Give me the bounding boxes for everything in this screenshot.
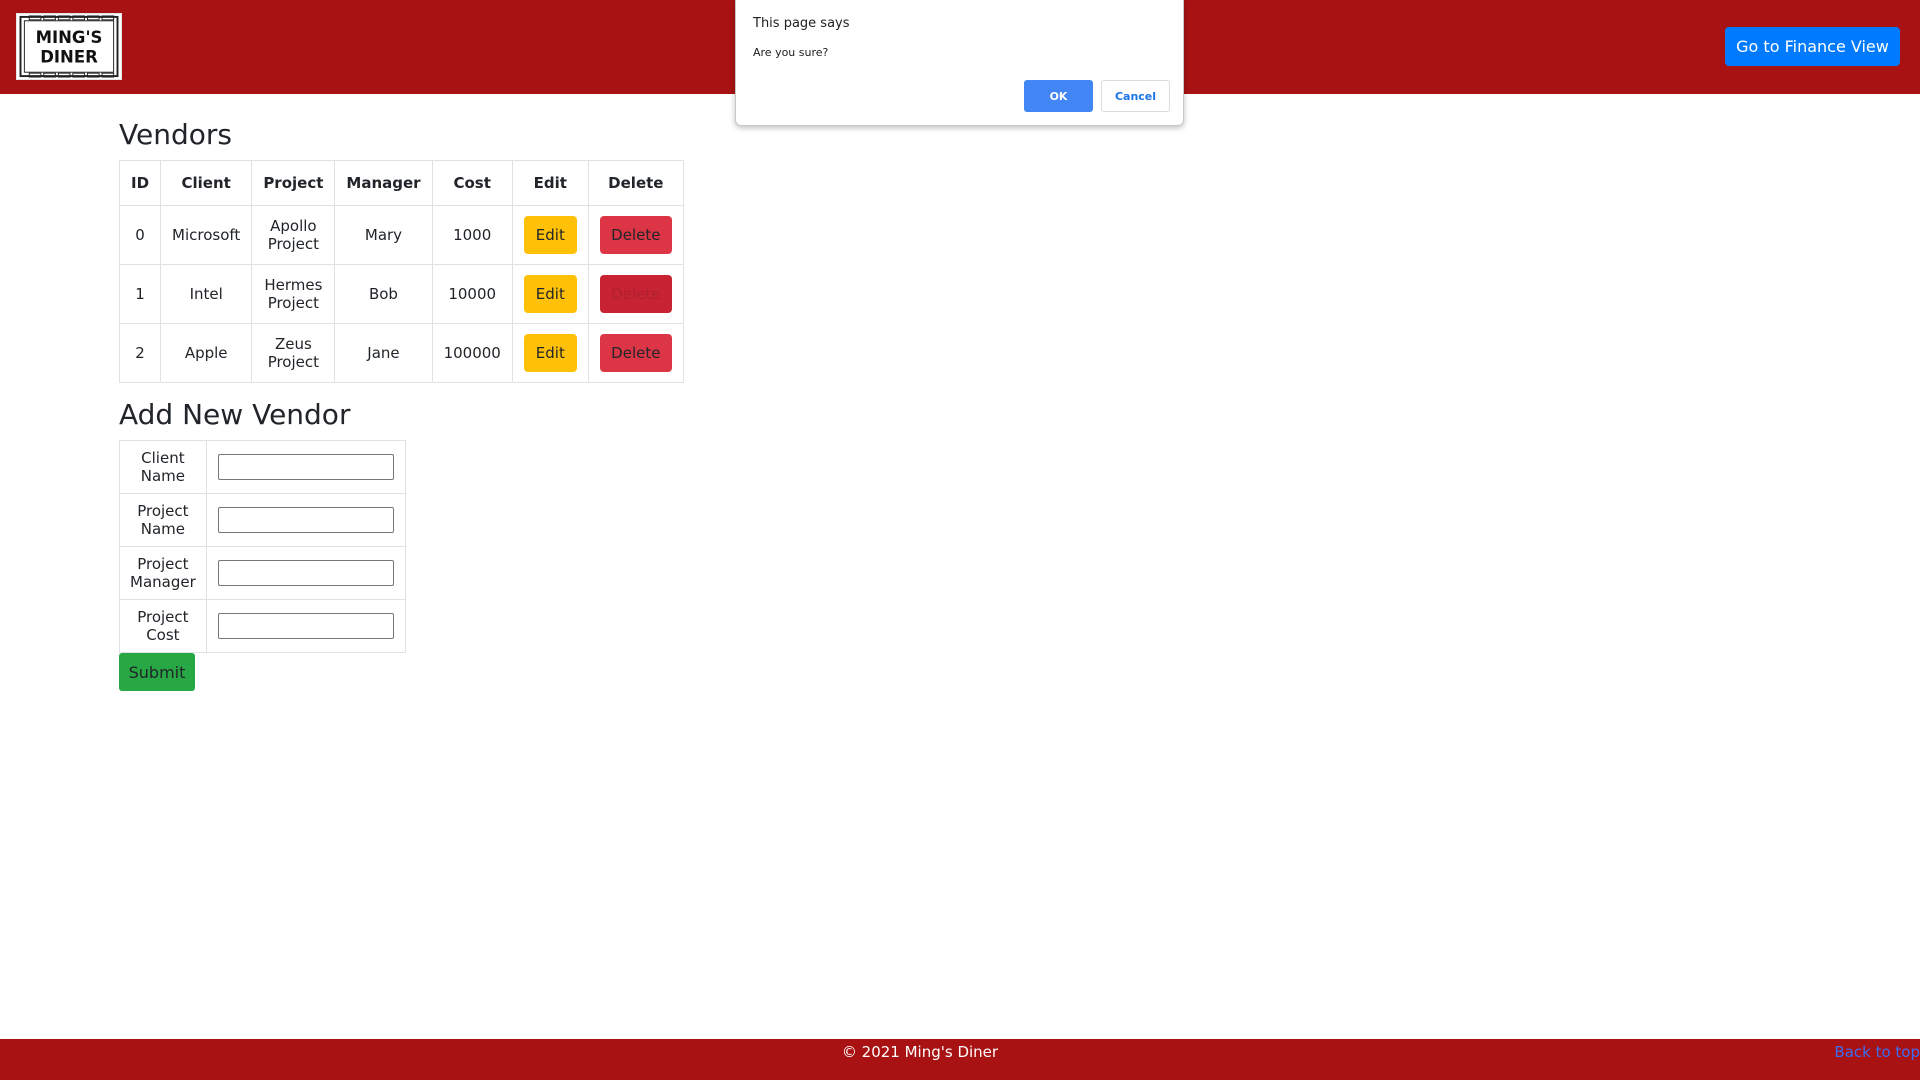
column-header-project: Project xyxy=(251,160,336,206)
cell-client: Microsoft xyxy=(160,205,253,265)
cell-client: Apple xyxy=(160,323,253,383)
cell-cost: 1000 xyxy=(431,205,513,265)
footer-bar: © 2021 Ming's Diner Back to top xyxy=(0,1039,1920,1080)
cell-edit: Edit xyxy=(511,264,589,324)
cell-manager: Bob xyxy=(334,264,433,324)
form-row-project-cost: Project Cost xyxy=(119,599,406,653)
cell-project: Zeus Project xyxy=(251,323,336,383)
form-row-project-name: Project Name xyxy=(119,493,406,547)
cell-client: Intel xyxy=(160,264,253,324)
add-vendor-form: Client Name Project Name Project Manager… xyxy=(119,440,406,653)
column-header-client: Client xyxy=(160,160,253,206)
table-row: 0 Microsoft Apollo Project Mary 1000 Edi… xyxy=(118,205,684,265)
cell-cost: 100000 xyxy=(431,323,513,383)
svg-text:DINER: DINER xyxy=(40,48,98,67)
mings-diner-logo[interactable]: MING'S DINER xyxy=(16,13,122,80)
cell-delete: Delete xyxy=(587,264,684,324)
table-row: 1 Intel Hermes Project Bob 10000 Edit De… xyxy=(118,264,684,324)
logo-image: MING'S DINER xyxy=(19,15,119,78)
back-to-top-link[interactable]: Back to top xyxy=(1834,1039,1920,1065)
cell-manager: Jane xyxy=(334,323,433,383)
project-cost-label: Project Cost xyxy=(119,599,207,653)
cell-edit: Edit xyxy=(511,323,589,383)
edit-button[interactable]: Edit xyxy=(523,334,577,372)
project-name-label: Project Name xyxy=(119,493,207,547)
cell-delete: Delete xyxy=(587,323,684,383)
vendors-table: ID Client Project Manager Cost Edit Dele… xyxy=(118,160,684,383)
cell-project: Apollo Project xyxy=(251,205,336,265)
cell-id: 1 xyxy=(118,264,162,324)
client-name-input[interactable] xyxy=(217,454,394,480)
dialog-ok-button[interactable]: OK xyxy=(1024,80,1093,112)
delete-button[interactable]: Delete xyxy=(599,334,672,372)
cell-cost: 10000 xyxy=(431,264,513,324)
project-manager-input[interactable] xyxy=(217,560,394,586)
delete-button[interactable]: Delete xyxy=(599,275,672,313)
submit-button[interactable]: Submit xyxy=(119,653,195,691)
column-header-delete: Delete xyxy=(587,160,684,206)
project-cost-input[interactable] xyxy=(217,613,394,639)
client-name-cell xyxy=(205,440,406,494)
form-row-project-manager: Project Manager xyxy=(119,546,406,600)
edit-button[interactable]: Edit xyxy=(523,275,577,313)
edit-button[interactable]: Edit xyxy=(523,216,577,254)
add-new-vendor-heading: Add New Vendor xyxy=(119,398,351,431)
form-row-client-name: Client Name xyxy=(119,440,406,494)
cell-project: Hermes Project xyxy=(251,264,336,324)
column-header-cost: Cost xyxy=(431,160,513,206)
cell-id: 2 xyxy=(118,323,162,383)
client-name-label: Client Name xyxy=(119,440,207,494)
project-name-cell xyxy=(205,493,406,547)
vendors-heading: Vendors xyxy=(119,118,232,151)
delete-button[interactable]: Delete xyxy=(599,216,672,254)
copyright-text: © 2021 Ming's Diner xyxy=(841,1043,999,1061)
dialog-title: This page says xyxy=(753,16,850,31)
table-row: 2 Apple Zeus Project Jane 100000 Edit De… xyxy=(118,323,684,383)
cell-delete: Delete xyxy=(587,205,684,265)
cell-manager: Mary xyxy=(334,205,433,265)
column-header-manager: Manager xyxy=(334,160,433,206)
confirm-dialog: This page says Are you sure? OK Cancel xyxy=(735,0,1184,126)
cell-id: 0 xyxy=(118,205,162,265)
column-header-edit: Edit xyxy=(511,160,589,206)
dialog-message: Are you sure? xyxy=(753,46,829,59)
project-cost-cell xyxy=(205,599,406,653)
project-manager-cell xyxy=(205,546,406,600)
cell-edit: Edit xyxy=(511,205,589,265)
page: MING'S DINER Go to Finance View Vendors … xyxy=(0,0,1920,1080)
column-header-id: ID xyxy=(118,160,162,206)
project-manager-label: Project Manager xyxy=(119,546,207,600)
go-to-finance-view-button[interactable]: Go to Finance View xyxy=(1725,27,1900,66)
dialog-cancel-button[interactable]: Cancel xyxy=(1101,80,1170,112)
project-name-input[interactable] xyxy=(217,507,394,533)
svg-text:MING'S: MING'S xyxy=(36,28,103,47)
table-header-row: ID Client Project Manager Cost Edit Dele… xyxy=(118,160,684,206)
